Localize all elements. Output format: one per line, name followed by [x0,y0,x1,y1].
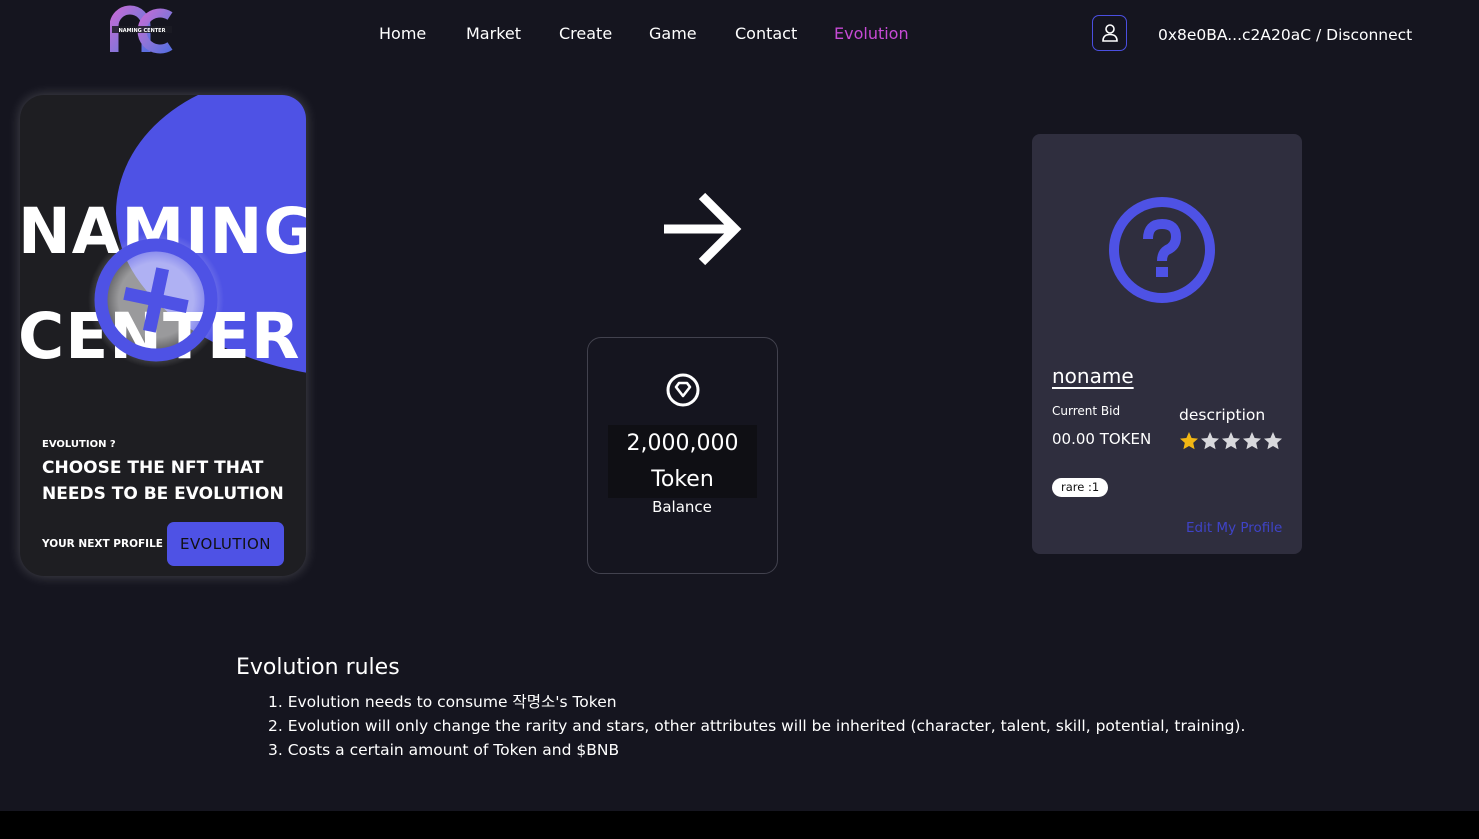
card-eyebrow: EVOLUTION ? [42,439,116,450]
balance-amount: 2,000,000 [626,431,739,456]
nav-evolution[interactable]: Evolution [834,24,909,43]
result-nft-card: noname Current Bid 00.00 TOKEN descripti… [1032,134,1302,554]
rule-item: 3. Costs a certain amount of Token and $… [268,741,620,759]
rule-item: 2. Evolution will only change the rarity… [268,717,1246,735]
current-bid-value: 00.00 TOKEN [1052,430,1152,448]
nav-create[interactable]: Create [559,24,612,43]
edit-profile-link[interactable]: Edit My Profile [1186,520,1282,536]
star-filled-icon [1180,432,1198,450]
user-icon [1101,24,1118,42]
nav-game[interactable]: Game [649,24,697,43]
balance-amount-panel: 2,000,000 Token [608,425,757,498]
user-button[interactable] [1092,15,1127,51]
balance-label: Balance [652,498,712,516]
star-empty-icon [1264,432,1282,450]
star-rating [1179,431,1283,451]
rule-item: 1. Evolution needs to consume 작명소's Toke… [268,693,617,711]
star-empty-icon [1222,432,1240,450]
evolution-button[interactable]: EVOLUTION [167,522,284,566]
naming-center-logo[interactable]: NAMING CENTER [109,4,174,56]
wallet-disconnect[interactable]: 0x8e0BA...c2A20aC / Disconnect [1158,26,1412,44]
rarity-badge: rare :1 [1052,478,1109,497]
nav-home[interactable]: Home [379,24,426,43]
balance-unit: Token [651,467,714,492]
footer-bar [0,811,1479,839]
profile-name[interactable]: noname [1052,364,1134,388]
rules-title: Evolution rules [236,655,400,680]
star-empty-icon [1243,432,1261,450]
arrow-right-icon [664,192,742,266]
add-nft-icon[interactable] [88,232,224,368]
rules-list: 1. Evolution needs to consume 작명소's Toke… [268,690,1245,762]
token-balance-box: 2,000,000 Token Balance [587,337,778,574]
evolution-nft-card: NAMING CENTER EVOLUTION ? CHOOSE THE NFT… [20,95,306,576]
svg-text:NAMING CENTER: NAMING CENTER [119,28,166,34]
diamond-icon [666,373,700,407]
card-headline: CHOOSE THE NFT THAT NEEDS TO BE EVOLUTIO… [42,458,284,504]
next-profile-label: YOUR NEXT PROFILE [42,538,163,550]
current-bid-label: Current Bid [1052,404,1121,418]
description-text: description [1179,406,1266,424]
question-icon [1109,197,1215,303]
nav-contact[interactable]: Contact [735,24,797,43]
star-empty-icon [1201,432,1219,450]
nav-market[interactable]: Market [466,24,521,43]
